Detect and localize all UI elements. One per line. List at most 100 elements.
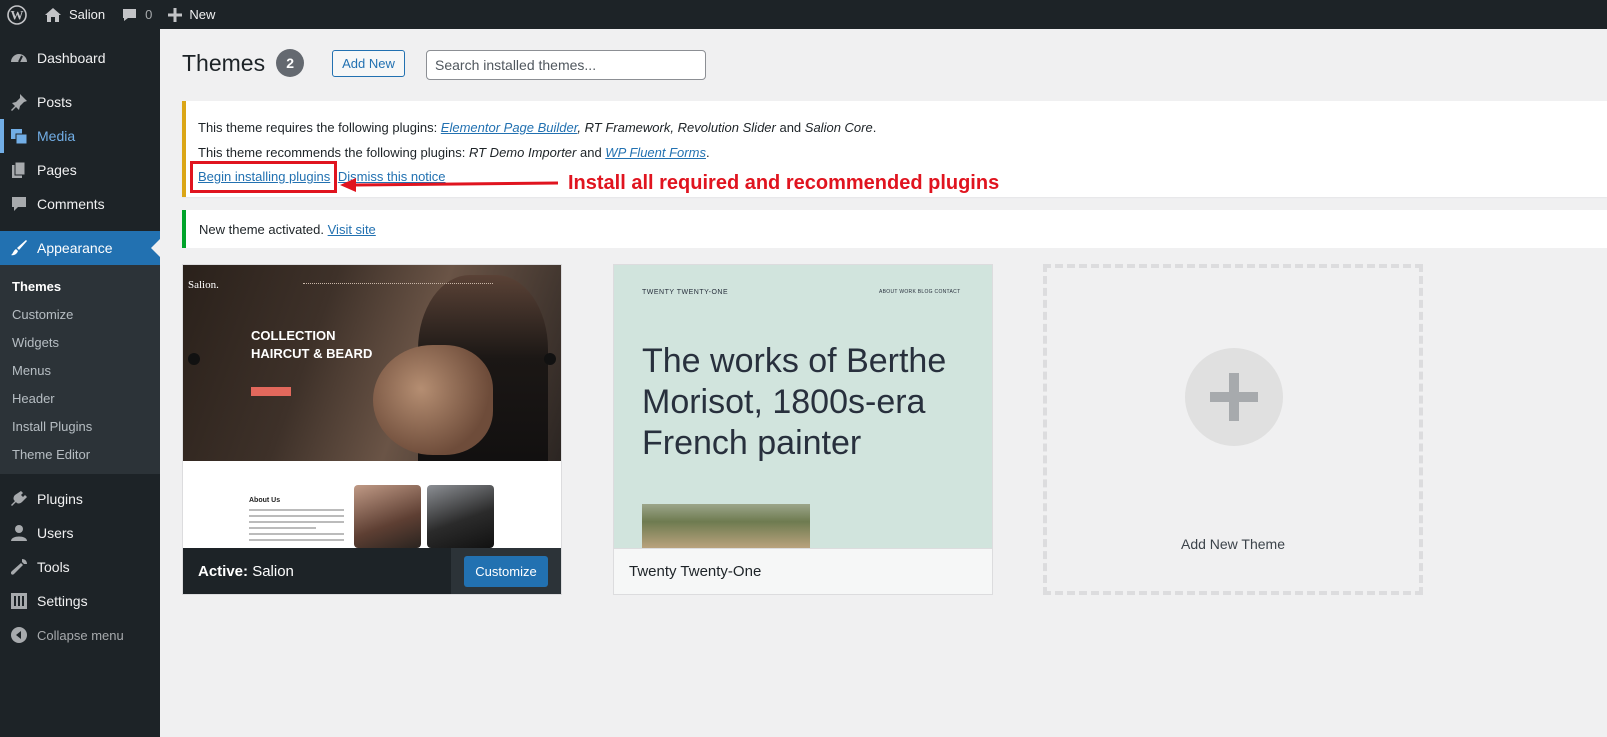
wrench-icon — [9, 557, 29, 577]
menu-appearance[interactable]: Appearance — [0, 231, 160, 265]
comments-link[interactable]: 0 — [113, 0, 160, 29]
collapse-icon — [9, 625, 29, 645]
plus-icon — [168, 7, 183, 22]
menu-label: Collapse menu — [37, 627, 124, 643]
site-name-link[interactable]: Salion — [36, 0, 113, 29]
wp-fluent-forms-link[interactable]: WP Fluent Forms — [605, 145, 706, 160]
preview-painting-image — [642, 504, 810, 548]
add-new-theme-card[interactable]: Add New Theme — [1043, 264, 1423, 595]
theme-count-badge: 2 — [276, 49, 305, 77]
menu-pages[interactable]: Pages — [0, 153, 160, 187]
preview-hero-title: COLLECTION HAIRCUT & BEARD — [251, 327, 372, 363]
new-label: New — [189, 7, 216, 22]
active-label: Active: — [198, 562, 249, 580]
notice-text: This theme recommends the following plug… — [198, 145, 469, 160]
menu-comments[interactable]: Comments — [0, 187, 160, 221]
preview-logo: Salion. — [188, 279, 219, 291]
user-icon — [9, 523, 29, 543]
add-plus-icon — [1185, 348, 1283, 446]
preview-photo — [354, 485, 421, 548]
submenu-theme-editor[interactable]: Theme Editor — [0, 440, 160, 468]
plugin-name: Salion Core — [804, 120, 873, 135]
home-icon — [45, 7, 61, 22]
menu-label: Pages — [37, 162, 77, 178]
menu-users[interactable]: Users — [0, 516, 160, 550]
add-new-button[interactable]: Add New — [332, 49, 405, 77]
theme-card-twenty-twenty-one[interactable]: TWENTY TWENTY-ONE ABOUT WORK BLOG CONTAC… — [613, 264, 993, 595]
submenu-customize[interactable]: Customize — [0, 300, 160, 328]
comment-icon — [9, 194, 29, 214]
submenu-header[interactable]: Header — [0, 384, 160, 412]
main-content: Themes 2 Add New This theme requires the… — [160, 29, 1607, 737]
menu-label: Appearance — [37, 240, 113, 256]
submenu-themes[interactable]: Themes — [0, 272, 160, 300]
salion-hero-image: Salion. COLLECTION HAIRCUT & BEARD — [183, 265, 561, 461]
plugin-name: RT Framework — [584, 120, 671, 135]
preview-brand: TWENTY TWENTY-ONE — [642, 289, 729, 296]
menu-tools[interactable]: Tools — [0, 550, 160, 584]
menu-posts[interactable]: Posts — [0, 85, 160, 119]
annotation-highlight-box — [190, 161, 337, 193]
submenu-widgets[interactable]: Widgets — [0, 328, 160, 356]
pin-icon — [9, 92, 29, 112]
menu-media[interactable]: Media — [0, 119, 160, 153]
notice-text: and — [775, 120, 805, 135]
preview-nav: ABOUT WORK BLOG CONTACT — [879, 289, 961, 295]
admin-bar: W Salion 0 New — [0, 0, 1607, 29]
menu-settings[interactable]: Settings — [0, 584, 160, 618]
notice-text: New theme activated. — [199, 222, 328, 237]
appearance-submenu: Themes Customize Widgets Menus Header In… — [0, 265, 160, 474]
collapse-menu-button[interactable]: Collapse menu — [0, 618, 160, 652]
menu-label: Comments — [37, 196, 105, 212]
theme-actions: Customize — [451, 548, 561, 594]
preview-heading: The works of Berthe Morisot, 1800s-era F… — [642, 342, 947, 462]
annotation-arrow-icon — [340, 178, 559, 192]
theme-name-bar: Active: Salion Customize — [183, 548, 561, 594]
elementor-link[interactable]: Elementor Page Builder — [441, 120, 578, 135]
theme-card-salion[interactable]: Salion. COLLECTION HAIRCUT & BEARD About… — [182, 264, 562, 595]
preview-button — [251, 387, 291, 396]
annotation-text: Install all required and recommended plu… — [568, 172, 1000, 194]
preview-next-icon — [544, 353, 556, 365]
svg-text:W: W — [11, 7, 24, 22]
comment-bubble-icon — [123, 8, 137, 21]
site-name: Salion — [69, 7, 106, 22]
visit-site-link[interactable]: Visit site — [328, 222, 376, 237]
hero-figure — [373, 345, 493, 455]
pages-icon — [9, 160, 29, 180]
menu-dashboard[interactable]: Dashboard — [0, 41, 160, 75]
theme-title: Salion — [252, 562, 294, 580]
preview-text-lines — [249, 509, 344, 545]
activated-message: New theme activated. Visit site — [199, 222, 376, 237]
admin-sidebar: Dashboard Posts Media Pages Comments App… — [0, 29, 160, 737]
menu-label: Media — [37, 128, 76, 144]
comments-count: 0 — [145, 7, 153, 22]
plug-icon — [9, 489, 29, 509]
customize-button[interactable]: Customize — [464, 555, 548, 587]
notice-text: . — [872, 120, 877, 135]
theme-name: Twenty Twenty-One — [629, 563, 762, 580]
brush-icon — [9, 238, 29, 258]
submenu-menus[interactable]: Menus — [0, 356, 160, 384]
menu-plugins[interactable]: Plugins — [0, 482, 160, 516]
menu-label: Posts — [37, 94, 73, 110]
theme-activated-notice: New theme activated. Visit site — [182, 210, 1607, 248]
new-content-link[interactable]: New — [160, 0, 223, 29]
required-plugins-line: This theme requires the following plugin… — [198, 120, 876, 135]
preview-prev-icon — [188, 353, 200, 365]
notice-text: , — [670, 120, 678, 135]
tt1-preview: TWENTY TWENTY-ONE ABOUT WORK BLOG CONTAC… — [614, 265, 992, 548]
submenu-install-plugins[interactable]: Install Plugins — [0, 412, 160, 440]
wordpress-logo-icon[interactable]: W — [0, 0, 36, 29]
theme-screenshot[interactable]: TWENTY TWENTY-ONE ABOUT WORK BLOG CONTAC… — [614, 265, 992, 548]
preview-photo — [427, 485, 494, 548]
theme-screenshot[interactable]: Salion. COLLECTION HAIRCUT & BEARD About… — [183, 265, 561, 548]
search-input[interactable] — [426, 50, 706, 80]
menu-label: Dashboard — [37, 50, 106, 66]
notice-text: , — [577, 120, 585, 135]
plugin-name: Revolution Slider — [677, 120, 776, 135]
settings-icon — [9, 591, 29, 611]
notice-text: . — [705, 145, 710, 160]
preview-about-title: About Us — [249, 497, 281, 504]
add-new-theme-label: Add New Theme — [1180, 536, 1285, 552]
